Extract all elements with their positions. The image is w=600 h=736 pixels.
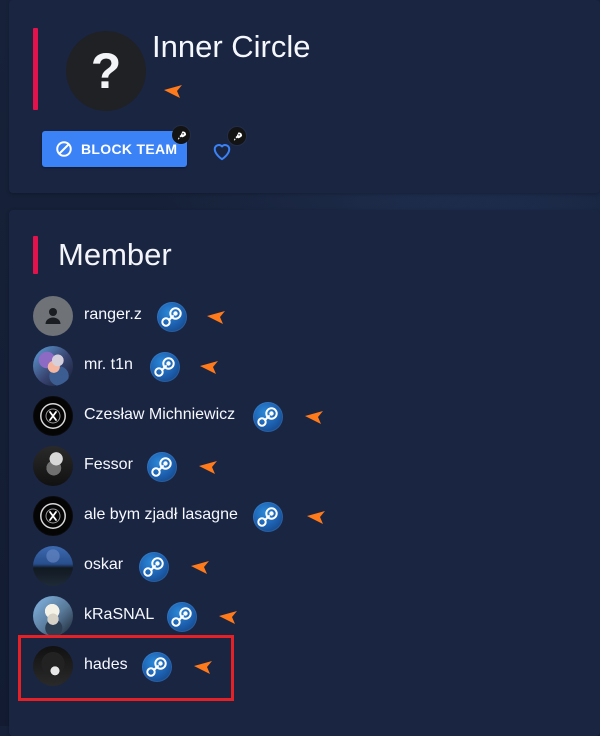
avatar <box>33 396 73 436</box>
team-avatar: ? <box>66 31 146 111</box>
member-row[interactable]: kRaSNAL <box>33 596 553 638</box>
logo-icon <box>34 397 72 435</box>
steam-icon[interactable] <box>142 652 172 682</box>
steam-icon[interactable] <box>253 502 283 532</box>
steam-icon[interactable] <box>253 402 283 432</box>
members-accent-bar <box>33 236 38 274</box>
team-flag-icon <box>164 85 182 98</box>
rocket-icon <box>228 127 246 145</box>
flag-icon <box>305 411 323 424</box>
member-row[interactable]: ranger.z <box>33 296 553 338</box>
flag-icon <box>207 311 225 324</box>
team-header-accent-bar <box>33 28 38 110</box>
flag-icon <box>200 361 218 374</box>
member-name[interactable]: ale bym zjadł lasagne <box>84 507 238 523</box>
block-icon <box>56 141 72 157</box>
team-title: Inner Circle <box>152 29 311 64</box>
steam-icon[interactable] <box>150 352 180 382</box>
steam-icon[interactable] <box>139 552 169 582</box>
member-name[interactable]: kRaSNAL <box>84 607 154 623</box>
steam-icon[interactable] <box>157 302 187 332</box>
heart-icon <box>213 144 231 161</box>
team-avatar-text: ? <box>90 43 122 99</box>
logo-icon <box>34 497 72 535</box>
favorite-heart-button[interactable] <box>211 141 233 161</box>
block-team-button[interactable]: BLOCK TEAM <box>42 131 187 167</box>
avatar <box>33 646 73 686</box>
member-name[interactable]: oskar <box>84 557 123 573</box>
member-row[interactable]: Fessor <box>33 446 553 488</box>
team-header-card: ? Inner Circle BLOCK TEAM <box>9 0 600 193</box>
member-name[interactable]: ranger.z <box>84 307 142 323</box>
user-icon <box>45 308 61 324</box>
member-name[interactable]: mr. t1n <box>84 357 133 373</box>
member-name[interactable]: Czesław Michniewicz <box>84 407 235 423</box>
avatar <box>33 296 73 336</box>
avatar <box>33 446 73 486</box>
flag-icon <box>199 461 217 474</box>
rocket-icon <box>172 126 190 144</box>
avatar <box>33 346 73 386</box>
flag-icon <box>219 611 237 624</box>
member-row[interactable]: ale bym zjadł lasagne <box>33 496 553 538</box>
block-team-label: BLOCK TEAM <box>81 141 178 157</box>
avatar <box>33 546 73 586</box>
members-section-title: Member <box>58 237 172 272</box>
member-name[interactable]: Fessor <box>84 457 133 473</box>
flag-icon <box>191 561 209 574</box>
steam-icon[interactable] <box>167 602 197 632</box>
member-name[interactable]: hades <box>84 657 128 673</box>
flag-icon <box>307 511 325 524</box>
member-row[interactable]: hades <box>33 646 553 688</box>
avatar <box>33 596 73 636</box>
steam-icon[interactable] <box>147 452 177 482</box>
member-row[interactable]: Czesław Michniewicz <box>33 396 553 438</box>
member-row[interactable]: mr. t1n <box>33 346 553 388</box>
flag-icon <box>194 661 212 674</box>
avatar <box>33 496 73 536</box>
member-row[interactable]: oskar <box>33 546 553 588</box>
